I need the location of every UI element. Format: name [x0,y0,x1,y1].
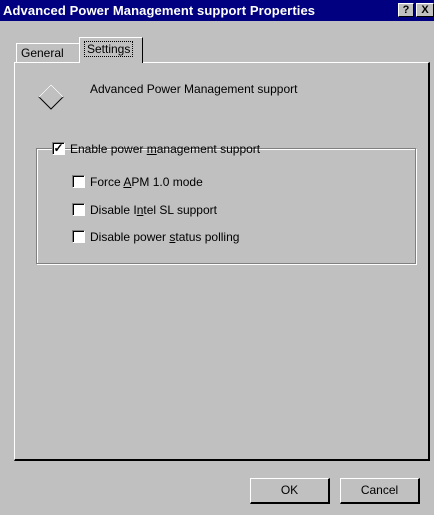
checkbox-label: Disable Intel SL support [90,203,217,217]
checkbox-box[interactable]: ✓ [52,142,65,155]
checkbox-label: Force APM 1.0 mode [90,175,203,189]
tab-general[interactable]: General [16,43,82,63]
cancel-button[interactable]: Cancel [340,478,420,504]
tab-settings[interactable]: Settings [79,37,143,63]
window-title: Advanced Power Management support Proper… [3,3,316,18]
help-button[interactable]: ? [398,3,414,17]
checkbox-box[interactable] [72,230,85,243]
close-icon: X [421,4,429,16]
tab-general-label: General [21,46,64,60]
help-icon: ? [402,4,410,16]
enable-power-management-checkbox[interactable]: ✓ Enable power management support [52,141,260,157]
checkbox-box[interactable] [72,203,85,216]
close-button[interactable]: X [416,3,434,17]
diamond-icon [38,84,64,110]
tab-settings-label: Settings [84,41,134,57]
device-heading: Advanced Power Management support [90,82,298,96]
checkbox-label: Enable power management support [70,142,261,156]
ok-button[interactable]: OK [250,478,330,504]
checkmark-icon: ✓ [53,141,64,155]
checkbox-label: Disable power status polling [90,230,240,244]
title-bar[interactable]: Advanced Power Management support Proper… [0,0,434,21]
checkbox-box[interactable] [72,175,85,188]
properties-dialog: Advanced Power Management support Proper… [0,0,434,515]
